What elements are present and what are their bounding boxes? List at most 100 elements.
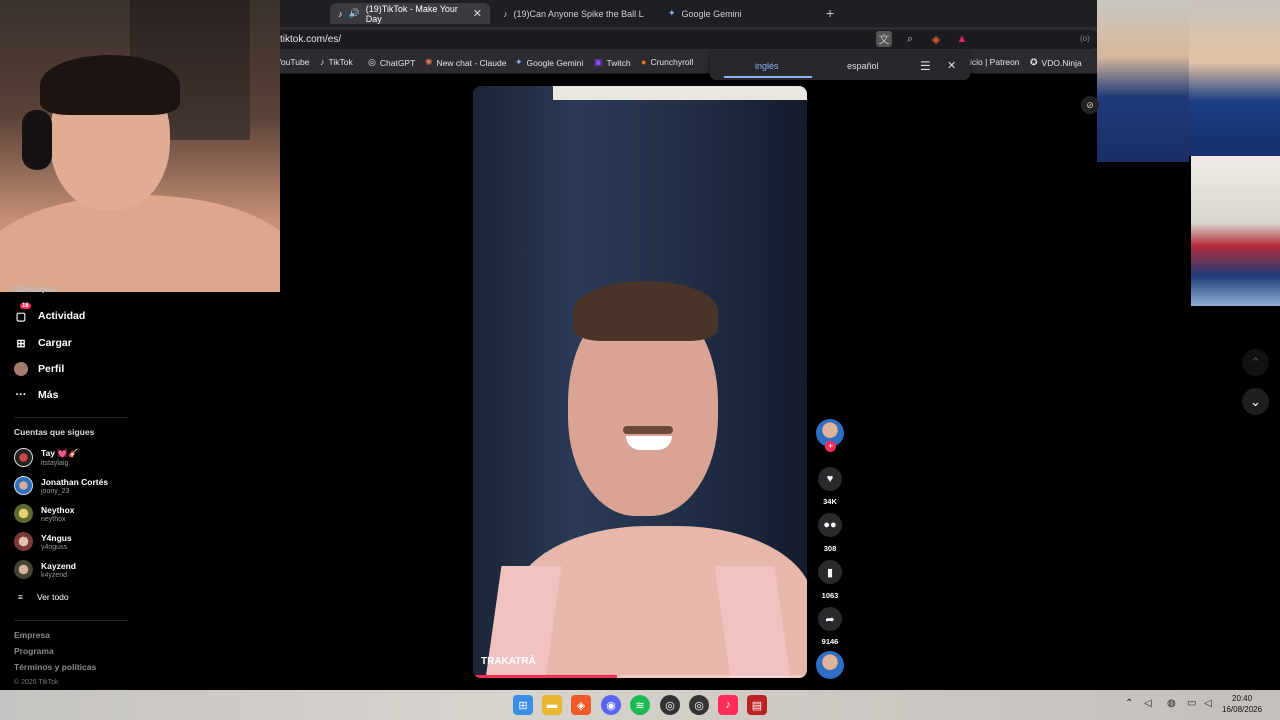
file-explorer-icon[interactable]: ▬ bbox=[542, 695, 562, 715]
network-icon[interactable]: ▭ bbox=[1187, 698, 1196, 709]
divider bbox=[14, 417, 128, 418]
bookmark-gemini[interactable]: ✦ Google Gemini bbox=[515, 57, 583, 68]
vdoninja-icon: ✪ bbox=[1030, 57, 1038, 67]
footer-link-terms[interactable]: Términos y políticas bbox=[14, 662, 96, 672]
system-clock[interactable]: 20:40 16/08/2026 bbox=[1222, 693, 1262, 715]
pin-icon[interactable]: ⊘ bbox=[1081, 96, 1099, 114]
sidebar-item-messages[interactable]: Mensajes bbox=[14, 285, 55, 293]
comment-button[interactable]: ●● bbox=[818, 513, 842, 537]
follow-plus-icon[interactable]: + bbox=[825, 441, 836, 452]
twitch-icon: ▣ bbox=[594, 57, 603, 67]
creator-avatar[interactable]: + bbox=[816, 419, 844, 452]
sidebar-item-upload[interactable]: ⊞ Cargar bbox=[14, 336, 71, 350]
obs-icon[interactable]: ◎ bbox=[660, 695, 680, 715]
translate-source-tab[interactable]: inglés bbox=[755, 61, 779, 71]
upload-icon: ⊞ bbox=[16, 337, 26, 350]
video-progress-bar[interactable] bbox=[473, 675, 807, 678]
translate-target-tab[interactable]: español bbox=[847, 61, 879, 71]
copyright: © 2026 TikTok bbox=[14, 679, 59, 686]
crunchyroll-icon: ● bbox=[641, 57, 647, 67]
stream-thumbnail-2 bbox=[1189, 0, 1280, 156]
divider bbox=[14, 620, 128, 621]
speaker-icon[interactable]: 🔊 bbox=[349, 8, 360, 19]
obs-icon-2[interactable]: ◎ bbox=[689, 695, 709, 715]
gemini-icon: ✦ bbox=[668, 8, 676, 18]
discord-icon[interactable]: ◉ bbox=[601, 695, 621, 715]
previous-video-button[interactable]: ⌃ bbox=[1242, 349, 1269, 376]
bookmark-vdoninja[interactable]: ✪ VDO.Ninja bbox=[1030, 57, 1082, 68]
tab-tiktok[interactable]: ♪ 🔊 (19)TikTok - Make Your Day ✕ bbox=[330, 3, 490, 24]
following-item[interactable]: Kayzend k4yzend bbox=[14, 560, 76, 579]
chatgpt-icon: ◎ bbox=[368, 57, 376, 67]
menu-icon[interactable]: ☰ bbox=[920, 59, 931, 73]
status-indicator: (o) bbox=[1080, 34, 1090, 43]
like-button[interactable]: ♥ bbox=[818, 467, 842, 491]
tab-title: Google Gemini bbox=[681, 8, 742, 19]
share-button[interactable]: ➦ bbox=[818, 607, 842, 631]
following-item[interactable]: Neythox neythox bbox=[14, 504, 75, 523]
video-caption: TRAKATRÁ bbox=[481, 656, 536, 667]
tab-title: (19)TikTok - Make Your Day bbox=[365, 3, 458, 24]
following-item[interactable]: Tay 💓🎸 itstaylaig bbox=[14, 448, 79, 467]
footer-link-program[interactable]: Programa bbox=[14, 646, 54, 656]
bookmark-twitch[interactable]: ▣ Twitch bbox=[594, 57, 631, 68]
clock-time: 20:40 bbox=[1232, 694, 1253, 703]
bookmark-tiktok[interactable]: ♪ TikTok bbox=[320, 57, 353, 67]
tiktok-icon[interactable]: ♪ bbox=[718, 695, 738, 715]
volume-icon[interactable]: ◁ bbox=[1204, 698, 1212, 709]
brave-icon[interactable]: ◈ bbox=[571, 695, 591, 715]
tab-gemini[interactable]: ✦ Google Gemini bbox=[660, 3, 800, 24]
stream-thumbnail-3 bbox=[1191, 156, 1280, 306]
avatar bbox=[14, 560, 33, 579]
footer-link-company[interactable]: Empresa bbox=[14, 630, 50, 640]
video-player[interactable]: TRAKATRÁ bbox=[473, 86, 807, 678]
tiktok-icon: ♪ bbox=[338, 8, 343, 19]
spotify-icon[interactable]: ≋ bbox=[630, 695, 650, 715]
like-count: 34K bbox=[823, 497, 837, 506]
tab-video[interactable]: ♪ (19)Can Anyone Spike the Ball Like H bbox=[495, 3, 655, 24]
windows-start-icon[interactable]: ⊞ bbox=[513, 695, 533, 715]
bookmark-crunchyroll[interactable]: ● Crunchyroll bbox=[641, 57, 693, 67]
chevron-up-icon[interactable]: ⌃ bbox=[1125, 698, 1133, 709]
video-subject-hair bbox=[573, 281, 718, 341]
webcam-hair bbox=[40, 55, 180, 115]
new-tab-button[interactable]: + bbox=[826, 5, 834, 21]
video-subject-mustache bbox=[623, 426, 673, 434]
translate-icon[interactable]: 文 bbox=[876, 31, 892, 47]
comment-icon: ●● bbox=[823, 519, 837, 531]
bookmark-patreon[interactable]: icio | Patreon bbox=[970, 57, 1019, 67]
next-video-button[interactable]: ⌄ bbox=[1242, 388, 1269, 415]
profile-avatar-icon bbox=[14, 362, 28, 376]
video-progress-fill bbox=[473, 675, 617, 678]
zoom-icon[interactable]: ⌕ bbox=[902, 31, 918, 47]
video-background bbox=[553, 86, 807, 100]
save-button[interactable]: ▮ bbox=[818, 560, 842, 584]
gemini-icon: ✦ bbox=[515, 57, 523, 67]
brave-rewards-icon[interactable]: ▲ bbox=[954, 31, 970, 47]
close-icon[interactable]: ✕ bbox=[947, 59, 956, 72]
app-icon[interactable]: ▤ bbox=[747, 695, 767, 715]
screen: ♪ 🔊 (19)TikTok - Make Your Day ✕ ♪ (19)C… bbox=[0, 0, 1280, 720]
microphone-icon[interactable]: ◍ bbox=[1167, 698, 1176, 709]
brave-shield-icon[interactable]: ◈ bbox=[928, 31, 944, 47]
translate-selection-underline bbox=[724, 76, 812, 78]
sidebar-item-activity[interactable]: ▢ 16 Actividad bbox=[14, 303, 85, 323]
sidebar-item-profile[interactable]: Perfil bbox=[14, 362, 64, 376]
speaker-icon[interactable]: ◁ bbox=[1144, 698, 1152, 709]
close-tab-icon[interactable]: ✕ bbox=[473, 7, 482, 20]
bookmark-claude[interactable]: ✺ New chat - Claude bbox=[425, 57, 506, 68]
sidebar-item-more[interactable]: ··· Más bbox=[14, 388, 59, 402]
url-text: tiktok.com/es/ bbox=[280, 34, 342, 45]
list-icon: ≡ bbox=[18, 592, 23, 602]
music-avatar[interactable] bbox=[816, 651, 844, 679]
following-item[interactable]: Jonathan Cortés joony_23 bbox=[14, 476, 108, 495]
video-subject-mouth bbox=[626, 436, 672, 450]
following-item[interactable]: Y4ngus y4nguss bbox=[14, 532, 72, 551]
bookmark-chatgpt[interactable]: ◎ ChatGPT bbox=[368, 57, 415, 68]
bookmark-youtube[interactable]: YouTube bbox=[276, 57, 309, 67]
headset-icon bbox=[22, 110, 52, 170]
activity-icon: ▢ 16 bbox=[15, 303, 31, 323]
url-field[interactable]: tiktok.com/es/ bbox=[270, 30, 1100, 49]
notification-badge: 16 bbox=[20, 303, 31, 309]
see-all-link[interactable]: ≡ Ver todo bbox=[18, 592, 69, 602]
